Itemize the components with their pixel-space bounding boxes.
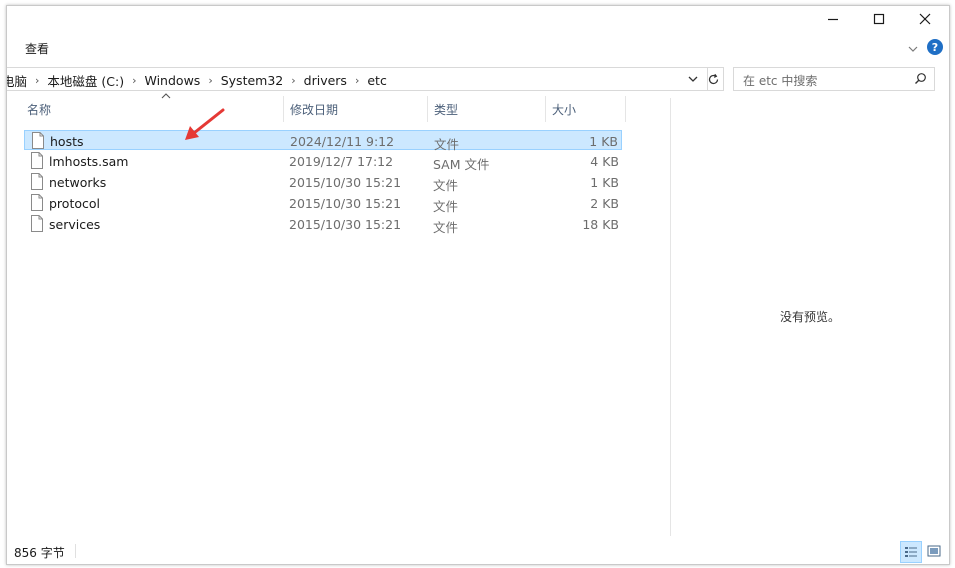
breadcrumb-item-current[interactable]: etc [364,73,389,88]
title-bar [7,6,949,32]
help-icon[interactable]: ? [927,39,943,55]
breadcrumb-item[interactable]: drivers [301,73,350,88]
file-row[interactable]: networks 2015/10/30 15:21 文件 1 KB [24,172,622,193]
explorer-window: 查看 ? 电脑 › 本地磁盘 (C:) › Windows › System32… [6,5,950,565]
file-icon [31,194,43,211]
breadcrumb-item[interactable]: Windows [142,73,204,88]
file-size: 4 KB [590,154,619,169]
column-header-date[interactable]: 修改日期 [284,96,428,122]
search-placeholder: 在 etc 中搜索 [743,74,818,88]
search-icon[interactable] [914,72,927,85]
breadcrumb-item[interactable]: 本地磁盘 (C:) [44,71,127,90]
column-header-label: 大小 [552,102,577,117]
file-size: 1 KB [590,175,619,190]
file-date: 2019/12/7 17:12 [289,154,394,169]
large-icons-view-icon [927,545,941,557]
file-size: 1 KB [589,134,618,149]
search-input[interactable]: 在 etc 中搜索 [733,67,935,91]
file-icon [31,215,43,232]
file-name: services [49,217,101,232]
file-type: 文件 [433,178,459,193]
refresh-button[interactable] [703,67,724,91]
address-row: 电脑 › 本地磁盘 (C:) › Windows › System32 › dr… [7,66,949,92]
chevron-right-icon[interactable]: › [127,74,141,87]
file-type: 文件 [433,199,459,214]
file-icon [31,152,43,169]
file-name: networks [49,175,107,190]
file-icon [31,173,43,190]
file-size: 2 KB [590,196,619,211]
file-date: 2015/10/30 15:21 [289,196,402,211]
minimize-icon [828,18,838,21]
column-header-label: 名称 [27,102,52,117]
breadcrumb-item[interactable]: 电脑 [7,71,30,90]
address-bar[interactable]: 电脑 › 本地磁盘 (C:) › Windows › System32 › dr… [7,67,708,91]
file-type: 文件 [433,220,459,235]
preview-empty-text: 没有预览。 [779,310,840,324]
file-row[interactable]: hosts 2024/12/11 9:12 文件 1 KB [24,130,622,152]
status-divider [75,544,76,558]
column-headers: 名称 修改日期 类型 大小 [7,93,637,122]
close-button[interactable] [902,6,948,32]
file-name: protocol [49,196,100,211]
file-date: 2015/10/30 15:21 [289,217,402,232]
minimize-button[interactable] [810,6,856,32]
column-header-name[interactable]: 名称 [21,93,284,122]
file-row[interactable]: lmhosts.sam 2019/12/7 17:12 SAM 文件 4 KB [24,151,622,172]
ribbon: 查看 ? [7,34,949,64]
file-name: lmhosts.sam [49,154,129,169]
chevron-right-icon[interactable]: › [203,74,217,87]
breadcrumb: 电脑 › 本地磁盘 (C:) › Windows › System32 › dr… [7,71,390,90]
file-type: SAM 文件 [433,157,490,172]
sort-ascending-icon [161,93,171,99]
refresh-icon [708,73,718,84]
chevron-right-icon[interactable]: › [286,74,300,87]
address-dropdown-icon[interactable] [687,74,699,84]
file-icon [32,132,44,149]
chevron-down-icon[interactable] [906,42,920,56]
column-header-label: 修改日期 [290,102,339,117]
maximize-button[interactable] [856,6,902,32]
column-header-label: 类型 [434,102,459,117]
column-header-size[interactable]: 大小 [546,96,626,122]
file-row[interactable]: services 2015/10/30 15:21 文件 18 KB [24,214,622,235]
details-view-icon [905,547,917,557]
file-date: 2024/12/11 9:12 [290,134,395,149]
breadcrumb-item[interactable]: System32 [218,73,287,88]
file-name: hosts [50,134,84,149]
status-bar: 856 字节 [7,540,949,564]
chevron-right-icon[interactable]: › [350,74,364,87]
annotation-arrow-icon [185,108,225,140]
file-size: 18 KB [582,217,619,232]
details-view-button[interactable] [900,541,922,563]
close-icon [919,13,931,25]
chevron-right-icon[interactable]: › [30,74,44,87]
large-icons-view-button[interactable] [924,541,944,561]
maximize-icon [873,13,885,25]
column-header-type[interactable]: 类型 [428,96,546,122]
file-date: 2015/10/30 15:21 [289,175,402,190]
file-row[interactable]: protocol 2015/10/30 15:21 文件 2 KB [24,193,622,214]
tab-view[interactable]: 查看 [17,38,57,59]
status-text: 856 字节 [14,546,65,560]
